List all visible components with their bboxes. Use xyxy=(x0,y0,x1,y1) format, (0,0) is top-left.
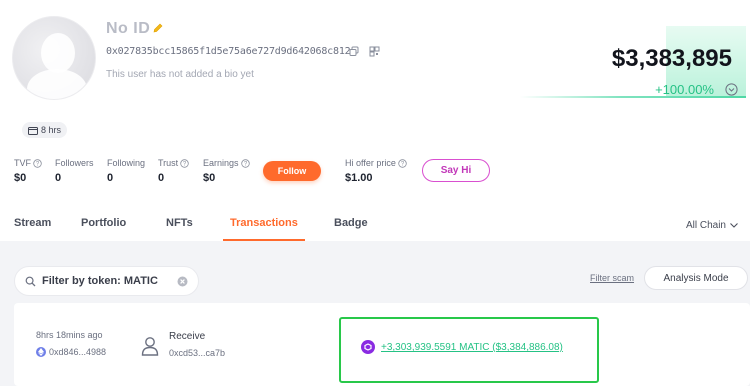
analysis-mode-button[interactable]: Analysis Mode xyxy=(644,266,748,290)
matic-token-icon xyxy=(361,340,375,354)
portfolio-change: +100.00% xyxy=(655,82,714,97)
search-icon xyxy=(25,276,36,286)
transaction-counterparty[interactable]: 0xcd53...ca7b xyxy=(169,348,225,358)
stat-label: Following xyxy=(107,158,146,168)
say-hi-button[interactable]: Say Hi xyxy=(422,159,490,182)
stat-value: 0 xyxy=(158,172,165,184)
portfolio-value: $3,383,895 xyxy=(611,45,732,72)
help-icon[interactable]: ? xyxy=(180,158,189,168)
transaction-hash: 0xd846...4988 xyxy=(49,347,107,357)
stat-label: Followers xyxy=(55,158,94,168)
tab-nfts[interactable]: NFTs xyxy=(166,217,193,229)
profile-name: No ID xyxy=(106,20,151,37)
help-icon[interactable]: ? xyxy=(240,158,250,168)
stat-tvf: TVF ? $0 xyxy=(14,158,42,184)
help-icon[interactable]: ? xyxy=(398,158,407,168)
calendar-icon xyxy=(28,126,38,135)
time-badge-label: 8 hrs xyxy=(41,125,62,135)
stat-label: Earnings xyxy=(203,158,239,168)
tab-bar: Stream Portfolio NFTs Transactions Badge… xyxy=(0,205,750,241)
tab-badge[interactable]: Badge xyxy=(334,217,368,229)
tab-transactions[interactable]: Transactions xyxy=(230,217,298,229)
follow-button[interactable]: Follow xyxy=(263,161,321,181)
time-badge: 8 hrs xyxy=(22,122,68,138)
copy-icon[interactable] xyxy=(349,46,360,57)
hi-offer-price: Hi offer price ? $1.00 xyxy=(345,158,407,184)
help-icon[interactable]: ? xyxy=(33,158,42,168)
stat-value: $0 xyxy=(203,172,216,184)
stat-value: 0 xyxy=(55,172,62,184)
transaction-hash-wrap[interactable]: 0xd846...4988 xyxy=(36,347,106,357)
transaction-row[interactable]: 8hrs 18mins ago 0xd846...4988 Receive 0x… xyxy=(14,303,750,386)
filter-scam-link[interactable]: Filter scam xyxy=(590,273,634,283)
qr-code-icon[interactable] xyxy=(369,46,380,57)
transactions-panel: Filter by token: MATIC Filter scam Analy… xyxy=(0,241,750,386)
stat-value: 0 xyxy=(107,172,114,184)
chevron-down-circle-icon[interactable] xyxy=(725,83,738,96)
avatar xyxy=(12,16,96,100)
hi-offer-value: $1.00 xyxy=(345,172,373,184)
clear-filter-icon[interactable] xyxy=(177,276,188,287)
portfolio-value-panel: $3,383,895 +100.00% xyxy=(520,26,748,98)
transaction-amount-link[interactable]: +3,303,939.5591 MATIC ($3,384,886.08) xyxy=(381,342,563,353)
transaction-time: 8hrs 18mins ago xyxy=(36,330,103,340)
user-icon xyxy=(141,337,159,356)
stat-value: $0 xyxy=(14,172,27,184)
transaction-type: Receive xyxy=(169,331,206,342)
tab-portfolio[interactable]: Portfolio xyxy=(81,217,126,229)
stat-earnings: Earnings ? $0 xyxy=(203,158,250,184)
stat-label: TVF xyxy=(14,158,31,168)
wallet-address: 0x027835bcc15865f1d5e75a6e727d9d642068c8… xyxy=(106,46,351,57)
token-filter-chip[interactable]: Filter by token: MATIC xyxy=(14,266,199,296)
stat-followers[interactable]: Followers 0 xyxy=(55,158,94,184)
stat-following[interactable]: Following 0 xyxy=(107,158,145,184)
edit-pencil-icon[interactable] xyxy=(152,22,164,34)
profile-bio: This user has not added a bio yet xyxy=(106,69,254,80)
chevron-down-icon xyxy=(730,223,738,228)
stat-trust: Trust ? 0 xyxy=(158,158,189,184)
stat-label: Trust xyxy=(158,158,179,168)
chain-selector[interactable]: All Chain xyxy=(686,220,738,231)
ethereum-icon xyxy=(36,347,46,357)
tab-stream[interactable]: Stream xyxy=(14,217,51,229)
hi-offer-label: Hi offer price xyxy=(345,158,396,168)
profile-header: No ID 0x027835bcc15865f1d5e75a6e727d9d64… xyxy=(0,0,750,241)
token-filter-text: Filter by token: MATIC xyxy=(42,275,158,287)
chain-selector-label: All Chain xyxy=(685,220,726,231)
